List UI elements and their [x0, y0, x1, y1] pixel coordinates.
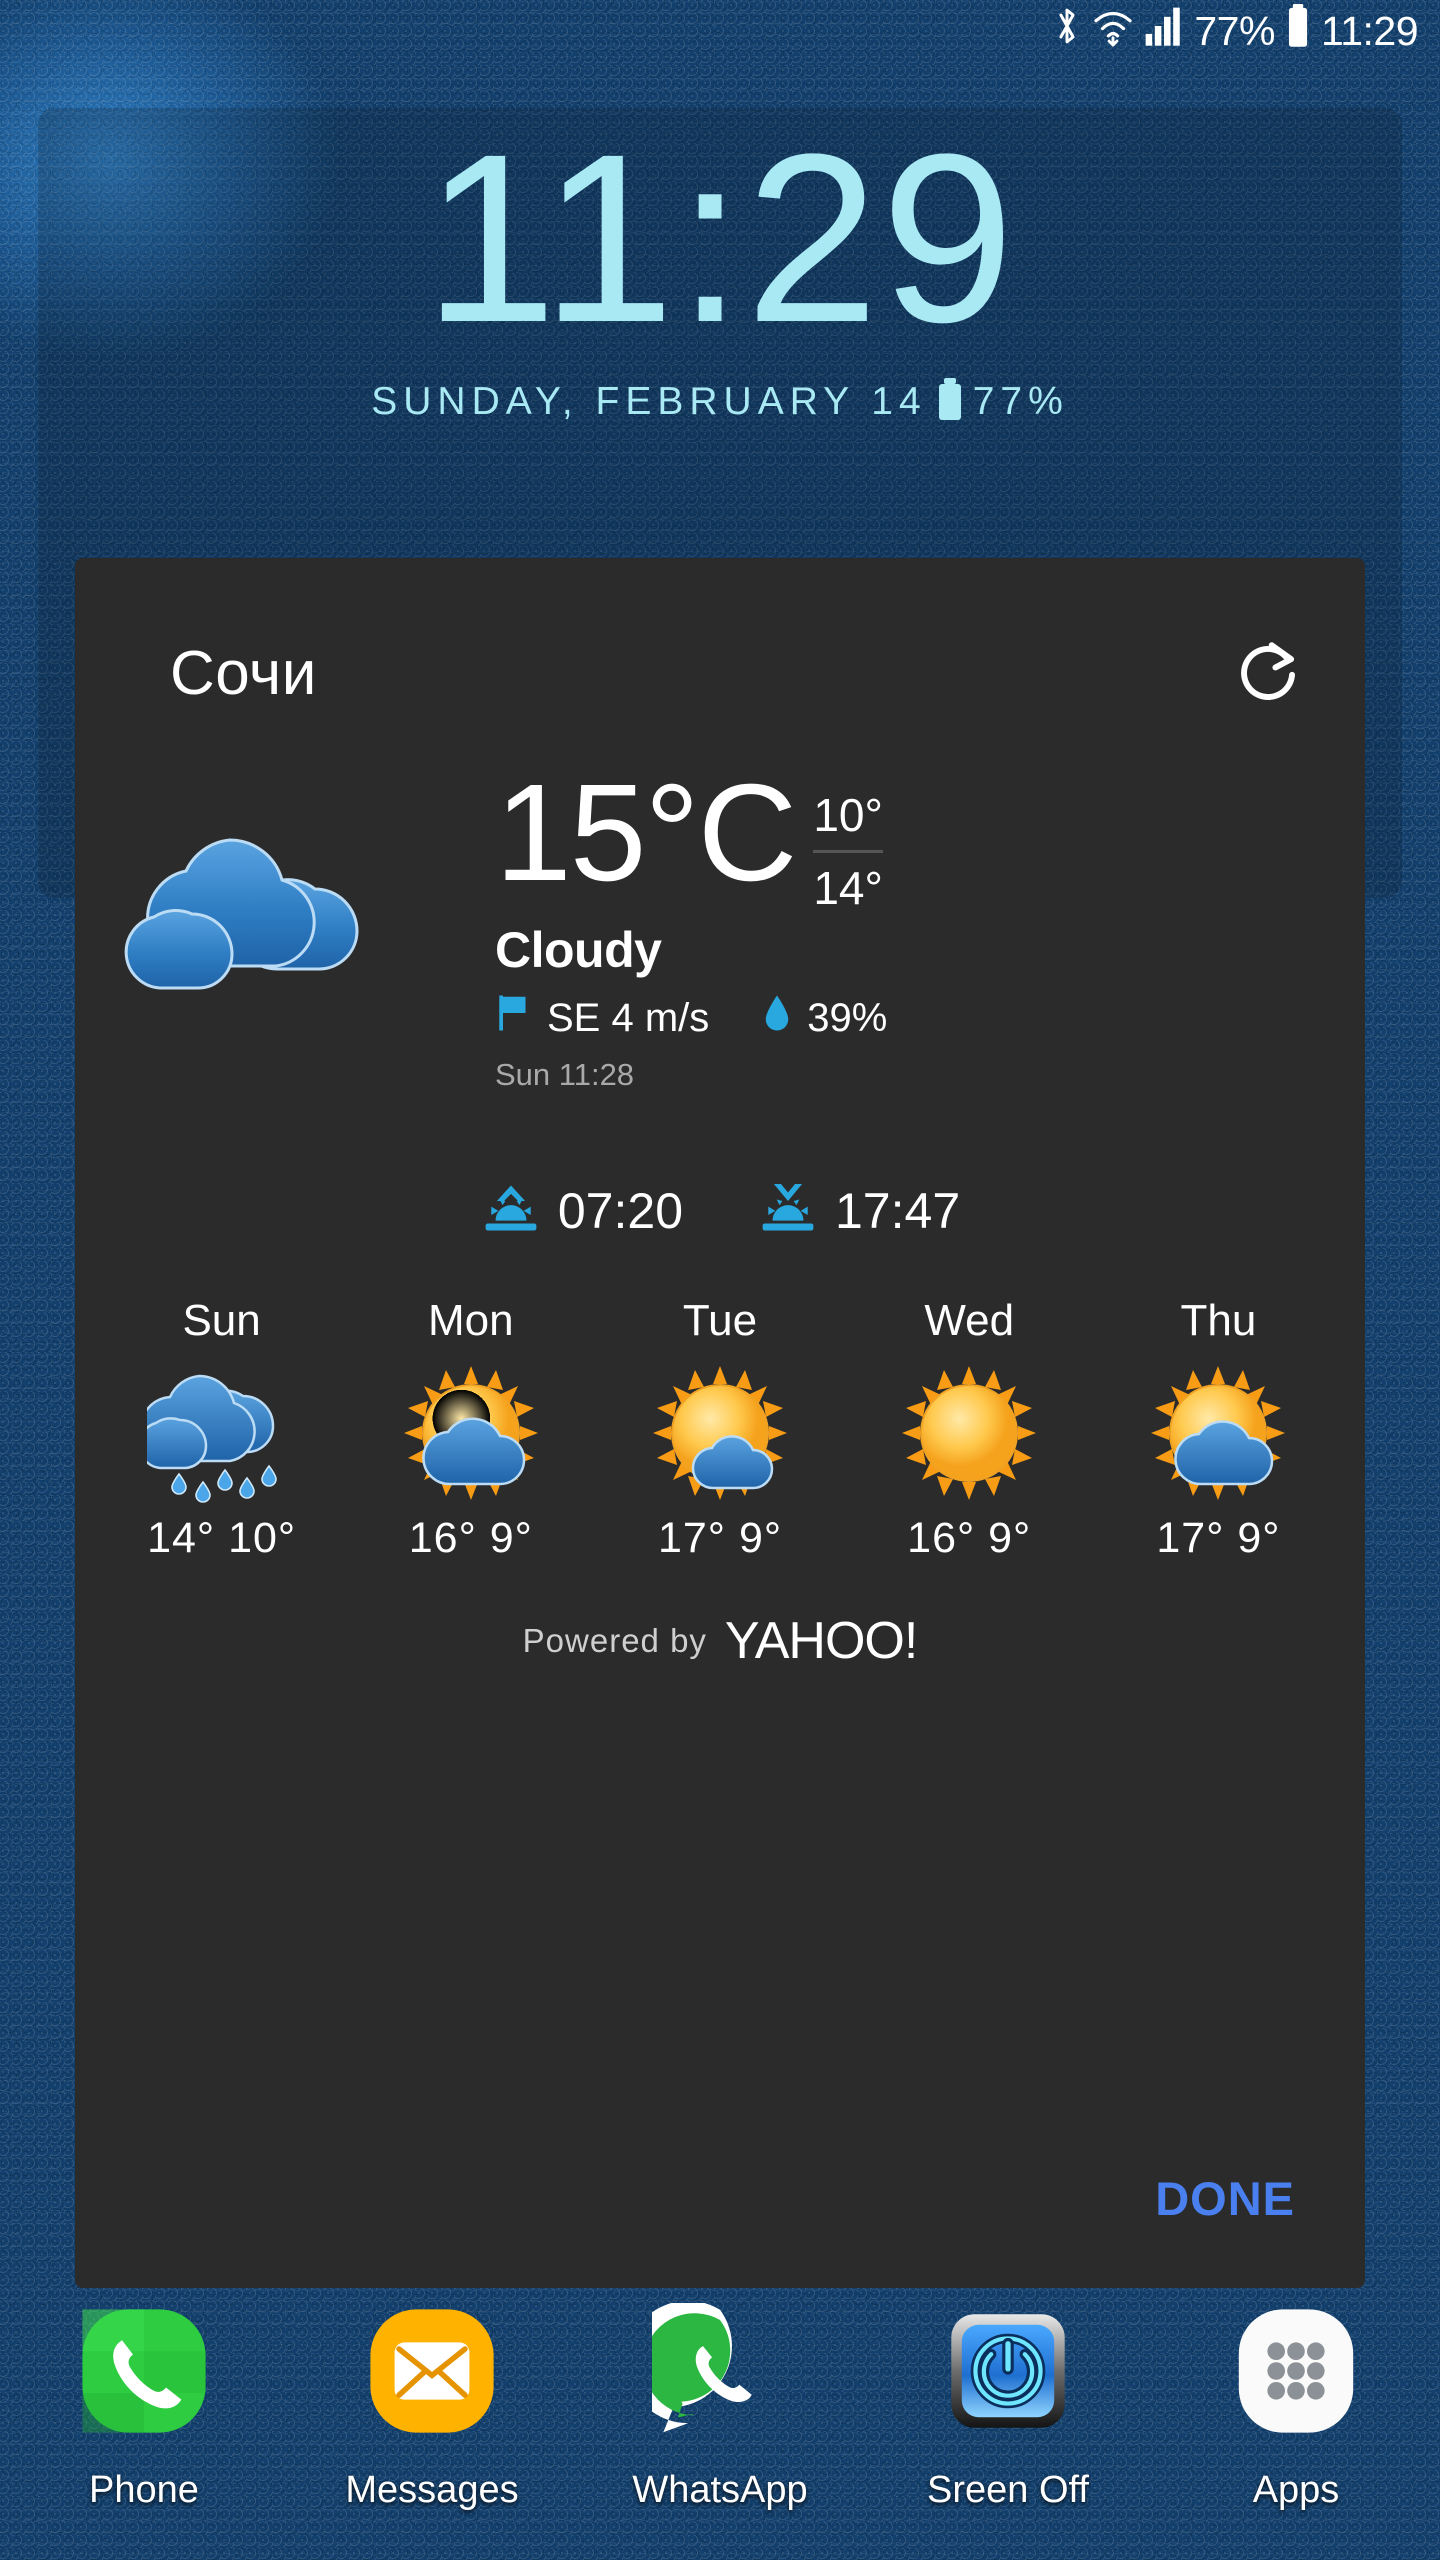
forecast-temps: 14° 10° — [97, 1514, 346, 1563]
status-bar: 77% 11:29 — [0, 0, 1440, 62]
clock-date-label: SUNDAY, FEBRUARY 14 — [371, 380, 927, 423]
rain-icon — [97, 1358, 346, 1508]
sunset-icon — [757, 1177, 819, 1244]
home-screen: 77% 11:29 11:29 SUNDAY, FEBRUARY 14 77% … — [0, 0, 1440, 2560]
dock-item-phone[interactable]: Phone — [0, 2291, 288, 2512]
forecast-low: 9° — [1237, 1514, 1281, 1562]
weather-header: Сочи — [75, 558, 1365, 710]
sunset-cell: 17:47 — [757, 1177, 960, 1244]
cloudy-icon — [75, 768, 495, 1024]
forecast-low: 9° — [489, 1514, 533, 1562]
powered-by-yahoo: Powered by YAHOO! — [75, 1611, 1365, 1671]
high-low-divider — [813, 850, 883, 853]
sun-sm-cloud-icon — [595, 1358, 844, 1508]
forecast-day: Sun 14° 10° — [97, 1296, 346, 1563]
whatsapp-icon — [576, 2291, 864, 2451]
forecast-day: Thu 17° 9° — [1094, 1296, 1343, 1563]
forecast-row: Sun 14° 10° Mon 16° 9° Tue 17° 9° Wed 16… — [75, 1296, 1365, 1563]
droplet-icon — [763, 993, 791, 1043]
weather-metrics: SE 4 m/s 39% — [495, 993, 1365, 1043]
apps-grid-icon — [1152, 2291, 1440, 2451]
weather-dialog: Сочи 15°C 10° 14° Cloudy SE 4 m/s 39% Su… — [75, 558, 1365, 2288]
dock-item-screen-off[interactable]: Sreen Off — [864, 2291, 1152, 2512]
forecast-day: Wed 16° 9° — [845, 1296, 1094, 1563]
forecast-high: 16° — [907, 1514, 976, 1562]
forecast-temps: 16° 9° — [346, 1514, 595, 1563]
high-low-temps: 10° 14° — [813, 768, 883, 915]
wind-value: SE 4 m/s — [547, 995, 710, 1040]
forecast-temps: 17° 9° — [1094, 1514, 1343, 1563]
weather-readout: 15°C 10° 14° Cloudy SE 4 m/s 39% Sun 11:… — [495, 756, 1365, 1093]
sun-icon — [845, 1358, 1094, 1508]
battery-icon — [1285, 4, 1311, 58]
status-battery-percent: 77% — [1194, 7, 1275, 54]
signal-icon — [1144, 5, 1184, 57]
messages-icon — [288, 2291, 576, 2451]
forecast-day-name: Tue — [682, 1296, 758, 1345]
refresh-icon[interactable] — [1231, 636, 1305, 710]
current-temperature: 15°C — [495, 756, 797, 910]
forecast-high: 17° — [657, 1514, 726, 1562]
sun-cloud-icon — [346, 1358, 595, 1508]
forecast-low: 9° — [988, 1514, 1032, 1562]
humidity-value: 39% — [807, 995, 888, 1040]
forecast-day-name: Wed — [924, 1296, 1015, 1345]
sunrise-time: 07:20 — [557, 1182, 683, 1239]
dock-label: Apps — [1252, 2469, 1340, 2511]
dock-item-whatsapp[interactable]: WhatsApp — [576, 2291, 864, 2512]
dock-label: Sreen Off — [927, 2469, 1089, 2511]
widget-battery-percent: 77% — [972, 380, 1069, 423]
forecast-temps: 17° 9° — [595, 1514, 844, 1563]
yahoo-logo: YAHOO! — [724, 1612, 918, 1670]
dock-item-apps[interactable]: Apps — [1152, 2291, 1440, 2512]
sunrise-cell: 07:20 — [480, 1177, 683, 1244]
dock-label: Phone — [89, 2469, 199, 2511]
forecast-high: 17° — [1156, 1514, 1225, 1562]
powered-by-label: Powered by — [522, 1622, 707, 1659]
forecast-low: 9° — [738, 1514, 783, 1562]
dock-label: WhatsApp — [632, 2469, 808, 2511]
forecast-day-name: Sun — [182, 1296, 261, 1345]
phone-icon — [0, 2291, 288, 2451]
low-temp: 14° — [813, 862, 883, 914]
last-updated: Sun 11:28 — [495, 1057, 635, 1092]
dock: Phone Messages WhatsApp Sreen Off Apps — [0, 2291, 1440, 2512]
high-temp: 10° — [813, 789, 883, 841]
forecast-day: Mon 16° 9° — [346, 1296, 595, 1563]
status-clock: 11:29 — [1320, 7, 1419, 54]
flag-icon — [495, 993, 531, 1043]
forecast-low: 10° — [228, 1514, 297, 1562]
sunset-time: 17:47 — [835, 1182, 961, 1239]
condition-label: Cloudy — [495, 922, 662, 978]
bluetooth-icon — [1052, 4, 1082, 58]
forecast-high: 16° — [408, 1514, 477, 1562]
done-button[interactable]: DONE — [1155, 2171, 1295, 2226]
dock-label: Messages — [345, 2469, 519, 2511]
forecast-day-name: Mon — [428, 1296, 514, 1345]
temperature-row: 15°C 10° 14° — [495, 756, 1365, 915]
sunrise-icon — [480, 1177, 542, 1244]
power-icon — [864, 2291, 1152, 2451]
widget-battery-icon — [938, 378, 961, 420]
dock-item-messages[interactable]: Messages — [288, 2291, 576, 2512]
weather-city-name: Сочи — [170, 638, 317, 708]
forecast-temps: 16° 9° — [845, 1514, 1094, 1563]
current-conditions: 15°C 10° 14° Cloudy SE 4 m/s 39% Sun 11:… — [75, 710, 1365, 1093]
clock-date-row: SUNDAY, FEBRUARY 14 77% — [38, 378, 1402, 424]
forecast-day: Tue 17° 9° — [595, 1296, 844, 1563]
wifi-icon — [1092, 5, 1134, 57]
sun-times: 07:20 17:47 — [75, 1177, 1365, 1244]
clock-time: 11:29 — [423, 104, 1017, 372]
sun-cloud-icon — [1094, 1358, 1343, 1508]
forecast-high: 14° — [147, 1514, 216, 1562]
forecast-day-name: Thu — [1180, 1296, 1257, 1345]
